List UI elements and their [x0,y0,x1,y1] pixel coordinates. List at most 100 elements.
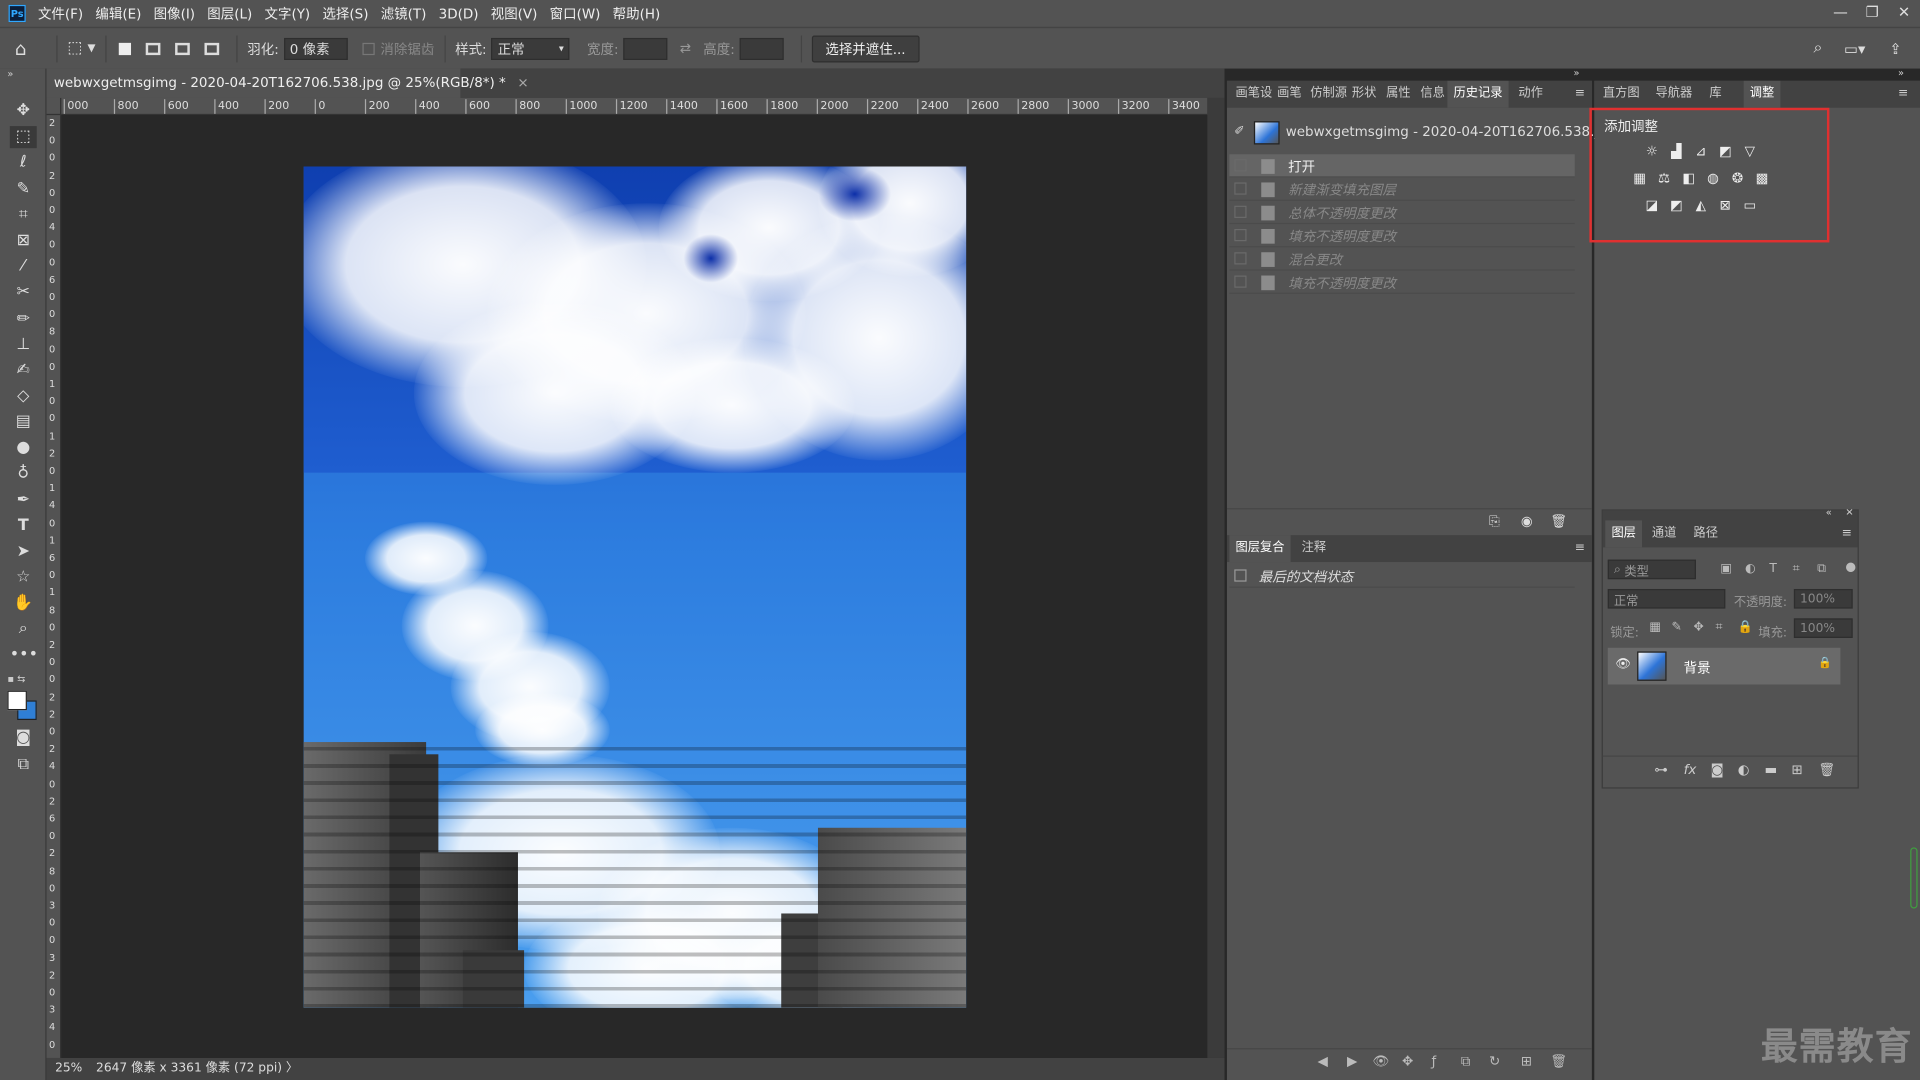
history-state[interactable]: 混合更改 [1229,247,1575,271]
position-comp-icon[interactable]: ✥ [1402,1053,1413,1069]
channel-mixer-icon[interactable]: ❂ [1729,171,1746,186]
lock-transparent-icon[interactable]: ▦ [1649,621,1661,634]
history-checkbox[interactable] [1234,159,1247,172]
eraser-tool-icon[interactable]: ◇ [10,386,37,408]
history-state[interactable]: 总体不透明度更改 [1229,201,1575,225]
zoom-level[interactable]: 25% [55,1062,82,1075]
gradient-tool-icon[interactable]: ▤ [10,411,37,433]
quick-select-tool-icon[interactable]: ✎ [10,179,37,201]
scroll-indicator[interactable] [1910,847,1918,909]
style-select[interactable]: 正常 ▾ [491,37,570,60]
menu-window[interactable]: 窗口(W) [550,4,601,24]
hand-tool-icon[interactable]: ✋ [10,593,37,615]
appearance-comp-icon[interactable]: ƒ [1431,1053,1436,1069]
menu-image[interactable]: 图像(I) [154,4,195,24]
invert-icon[interactable]: ◪ [1643,198,1660,213]
color-balance-icon[interactable]: ⚖ [1656,171,1673,186]
dodge-tool-icon[interactable]: ♁ [10,463,37,485]
tab-properties[interactable]: 属性 [1386,81,1410,108]
tab-info[interactable]: 信息 [1420,81,1444,108]
lock-icon[interactable]: 🔒 [1818,658,1832,670]
tab-clone-source[interactable]: 仿制源 [1310,81,1347,108]
menu-file[interactable]: 文件(F) [38,4,83,24]
color-lookup-icon[interactable]: ▩ [1753,171,1770,186]
tab-histogram[interactable]: 直方图 [1603,81,1640,108]
collapse-icon[interactable]: » [7,69,13,80]
layer-comp-item[interactable]: 最后的文档状态 [1229,564,1575,588]
filter-type-icon[interactable]: T [1769,562,1776,575]
tab-paths[interactable]: 路径 [1693,520,1717,547]
panel-menu-icon[interactable]: ≡ [1842,520,1852,547]
vibrance-icon[interactable]: ▽ [1741,144,1758,159]
eyedropper-tool-icon[interactable]: ⁄ [10,256,37,278]
tab-layer-comps[interactable]: 图层复合 [1229,535,1291,563]
menu-filter[interactable]: 滤镜(T) [381,4,427,24]
frame-tool-icon[interactable]: ⊠ [10,230,37,252]
pen-tool-icon[interactable]: ✒ [10,490,37,512]
restore-button[interactable]: ❐ [1856,0,1888,27]
filter-toggle-icon[interactable]: ● [1845,561,1856,574]
previous-comp-icon[interactable]: ◀ [1318,1053,1328,1069]
layer-row[interactable]: 👁 背景 🔒 [1607,647,1841,685]
document-image[interactable] [303,166,967,1008]
canvas-scrollbar[interactable] [1207,97,1225,1058]
menu-type[interactable]: 文字(Y) [265,4,311,24]
tab-notes[interactable]: 注释 [1302,535,1326,562]
update-comp-icon[interactable]: ↻ [1489,1053,1500,1069]
feather-input[interactable]: 0 像素 [283,37,348,60]
filter-adjustment-icon[interactable]: ◐ [1745,562,1756,575]
menu-edit[interactable]: 编辑(E) [95,4,141,24]
share-icon[interactable]: ⇪ [1889,40,1901,57]
photo-filter-icon[interactable]: ◍ [1705,171,1722,186]
home-icon[interactable]: ⌂ [15,37,47,59]
tab-history[interactable]: 历史记录 [1447,80,1509,108]
menu-view[interactable]: 视图(V) [491,4,538,24]
menu-help[interactable]: 帮助(H) [613,4,661,24]
close-tab-icon[interactable]: × [517,75,528,91]
tab-adjustments[interactable]: 调整 [1743,80,1781,108]
new-selection-icon[interactable] [118,42,131,55]
panel-menu-icon[interactable]: ≡ [1898,81,1908,108]
lock-all-icon[interactable]: 🔒 [1738,621,1753,634]
history-snapshot[interactable]: ✐ webwxgetmsgimg - 2020-04-20T162706.538… [1229,118,1615,150]
tab-brush-settings[interactable]: 画笔设 [1236,81,1273,108]
healing-tool-icon[interactable]: ✂ [10,282,37,304]
new-comp-icon[interactable]: ⊞ [1521,1053,1532,1069]
path-select-tool-icon[interactable]: ➤ [10,541,37,563]
collapse-panels-icon[interactable]: » [1573,67,1579,78]
curves-icon[interactable]: ⊿ [1692,144,1709,159]
tab-libraries[interactable]: 库 [1709,81,1721,108]
tab-channels[interactable]: 通道 [1652,520,1676,547]
search-icon[interactable]: ⌕ [1813,39,1822,57]
new-group-icon[interactable]: ▬ [1765,762,1778,778]
width-input[interactable] [623,37,668,60]
default-colors-icon[interactable]: ▪ ⇆ [7,673,25,684]
history-checkbox[interactable] [1234,275,1247,288]
lock-image-icon[interactable]: ✎ [1671,621,1681,634]
type-tool-icon[interactable]: T [10,516,37,538]
filter-smart-object-icon[interactable]: ⧉ [1817,562,1826,575]
lasso-tool-icon[interactable]: ℓ [10,152,37,174]
history-checkbox[interactable] [1234,182,1247,195]
snapshot-camera-icon[interactable]: ◉ [1521,513,1533,529]
new-layer-icon[interactable]: ⊞ [1791,762,1802,778]
quick-mask-icon[interactable]: ◙ [10,727,37,749]
hue-saturation-icon[interactable]: ▦ [1631,171,1648,186]
link-layers-icon[interactable]: ⊶ [1654,762,1667,778]
panel-menu-icon[interactable]: ≡ [1575,81,1585,108]
posterize-icon[interactable]: ◩ [1668,198,1685,213]
tab-navigator[interactable]: 导航器 [1656,81,1693,108]
tab-actions[interactable]: 动作 [1518,81,1542,108]
trash-icon[interactable]: 🗑 [1818,762,1835,778]
gradient-map-icon[interactable]: ▭ [1741,198,1758,213]
fill-input[interactable]: 100% [1793,618,1853,638]
brush-tool-icon[interactable]: ✏ [10,309,37,331]
stamp-tool-icon[interactable]: ⊥ [10,334,37,356]
visibility-comp-icon[interactable]: 👁 [1373,1053,1390,1069]
collapse-panels-icon[interactable]: » [1898,67,1904,78]
antialias-checkbox[interactable] [362,42,375,55]
document-tab[interactable]: webwxgetmsgimg - 2020-04-20T162706.538.j… [46,68,529,98]
threshold-icon[interactable]: ◭ [1692,198,1709,213]
tab-brush[interactable]: 画笔 [1277,81,1301,108]
blend-mode-select[interactable]: 正常 [1607,588,1726,609]
